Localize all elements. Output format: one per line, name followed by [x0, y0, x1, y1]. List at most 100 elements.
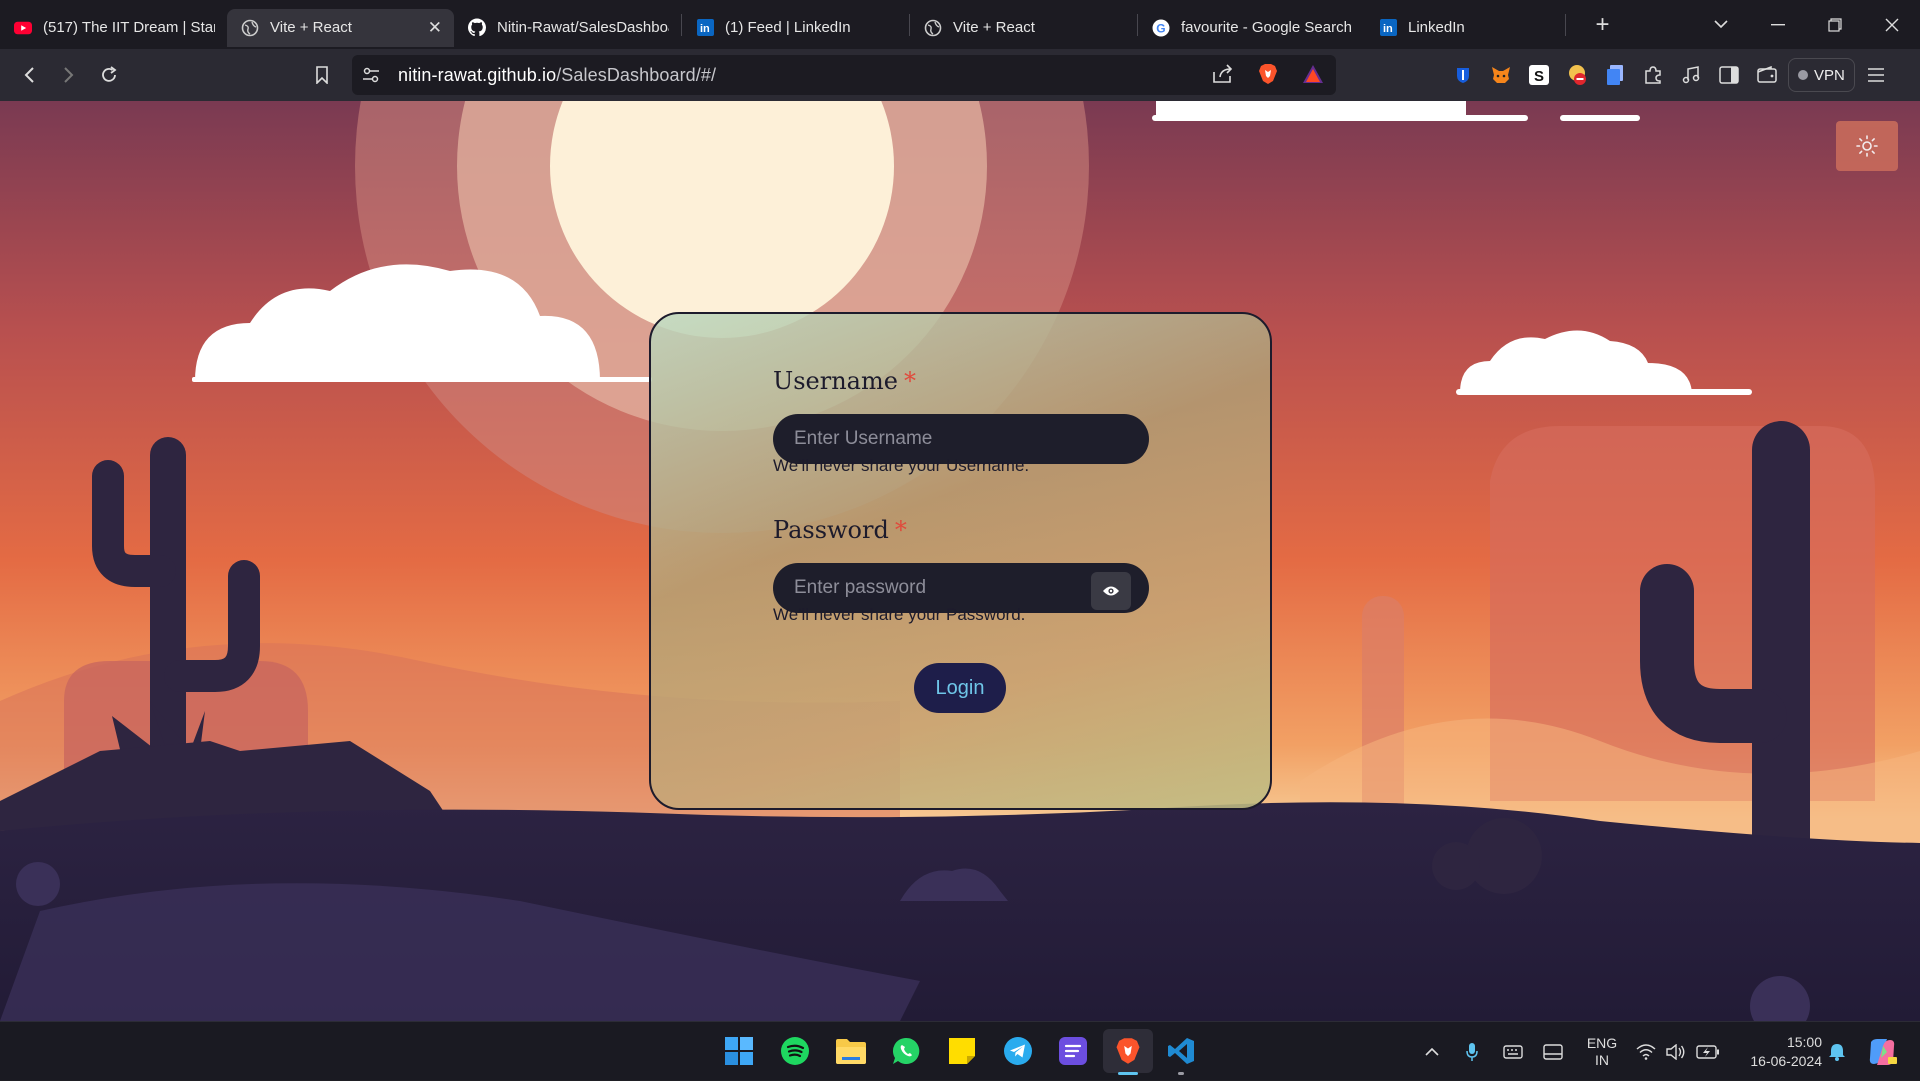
svg-text:G: G — [1156, 21, 1165, 35]
eye-icon — [1103, 586, 1119, 596]
globe-icon — [924, 19, 942, 37]
window-controls — [1692, 0, 1920, 49]
tab-linkedin[interactable]: in LinkedIn — [1365, 9, 1565, 47]
tab-vite-react-active[interactable]: Vite + React ✕ — [227, 8, 454, 47]
file-explorer-icon[interactable] — [829, 1029, 873, 1073]
menu-hamburger-icon[interactable] — [1859, 58, 1893, 92]
password-help-text: We'll never share your Password. — [773, 605, 1026, 624]
tab-title: (1) Feed | LinkedIn — [725, 19, 851, 36]
windows-taskbar: ENG IN 15:00 16-06-2024 — [0, 1021, 1920, 1080]
password-label-text: Password — [773, 516, 889, 544]
media-music-icon[interactable] — [1674, 58, 1708, 92]
svg-text:S: S — [1534, 68, 1544, 85]
close-tab-icon[interactable]: ✕ — [428, 18, 442, 38]
active-app-indicator — [1118, 1072, 1138, 1075]
username-help-text: We'll never share your Username. — [773, 456, 1030, 475]
web-page: Username* We'll never share your Usernam… — [0, 101, 1920, 1021]
svg-text:in: in — [700, 23, 710, 35]
brave-shields-icon[interactable] — [1258, 63, 1278, 90]
sun-icon — [1856, 135, 1878, 157]
tab-strip: (517) The IIT Dream | Stan Vite + React … — [0, 0, 1920, 49]
s-extension-icon[interactable]: S — [1522, 58, 1556, 92]
keyboard-icon[interactable] — [1500, 1022, 1526, 1081]
new-tab-button[interactable]: + — [1574, 0, 1631, 49]
globe-icon — [241, 19, 259, 37]
sidebar-toggle-icon[interactable] — [1712, 58, 1746, 92]
notes-app-icon[interactable] — [1051, 1029, 1095, 1073]
address-bar[interactable]: nitin-rawat.github.io/SalesDashboard/#/ — [352, 55, 1336, 95]
bitwarden-icon[interactable] — [1446, 58, 1480, 92]
metamask-icon[interactable] — [1484, 58, 1518, 92]
browser-toolbar: nitin-rawat.github.io/SalesDashboard/#/ … — [0, 49, 1920, 101]
tab-separator — [1565, 13, 1566, 36]
username-label: Username * — [773, 367, 916, 395]
url-text: nitin-rawat.github.io/SalesDashboard/#/ — [398, 65, 716, 86]
brave-rewards-icon[interactable] — [1302, 64, 1324, 89]
docs-extension-icon[interactable] — [1598, 58, 1632, 92]
show-hidden-icons-chevron-icon[interactable] — [1420, 1022, 1444, 1081]
region-code: IN — [1595, 1051, 1609, 1068]
linkedin-icon: in — [1379, 19, 1397, 37]
extension-bar: S VPN — [1446, 58, 1893, 92]
theme-toggle-button[interactable] — [1836, 121, 1898, 171]
tab-title: Vite + React — [953, 19, 1035, 36]
tab-search-chevron-icon[interactable] — [1692, 0, 1749, 49]
site-settings-icon[interactable] — [362, 67, 380, 83]
tab-google-search[interactable]: G favourite - Google Search — [1138, 9, 1365, 47]
wifi-icon[interactable] — [1634, 1022, 1658, 1081]
tab-title: Vite + React — [270, 19, 352, 36]
open-app-indicator — [1178, 1072, 1184, 1075]
google-icon: G — [1152, 19, 1170, 37]
volume-icon[interactable] — [1664, 1022, 1688, 1081]
copilot-icon[interactable] — [1862, 1022, 1902, 1081]
reload-icon[interactable] — [89, 55, 129, 95]
tab-title: LinkedIn — [1408, 19, 1465, 36]
linkedin-icon: in — [696, 19, 714, 37]
clock-date: 16-06-2024 — [1750, 1052, 1822, 1069]
spotify-icon[interactable] — [773, 1029, 817, 1073]
tab-youtube[interactable]: (517) The IIT Dream | Stan — [0, 9, 227, 47]
sticky-notes-icon[interactable] — [940, 1029, 984, 1073]
bookmark-icon[interactable] — [302, 55, 342, 95]
github-icon — [468, 18, 486, 37]
tab-linkedin-feed[interactable]: in (1) Feed | LinkedIn — [682, 9, 909, 47]
telegram-icon[interactable] — [996, 1029, 1040, 1073]
youtube-icon — [14, 19, 32, 37]
vscode-icon[interactable] — [1159, 1029, 1203, 1075]
wallet-icon[interactable] — [1750, 58, 1784, 92]
start-icon[interactable] — [717, 1029, 761, 1073]
vpn-label: VPN — [1814, 66, 1845, 84]
language-indicator[interactable]: ENG IN — [1580, 1022, 1624, 1081]
whatsapp-icon[interactable] — [884, 1029, 928, 1073]
clock-time: 15:00 — [1786, 1033, 1822, 1050]
forward-icon[interactable] — [49, 55, 89, 95]
tab-vite-react[interactable]: Vite + React — [910, 9, 1137, 47]
back-icon[interactable] — [9, 55, 49, 95]
required-asterisk: * — [903, 367, 916, 395]
notification-bell-icon[interactable] — [1822, 1022, 1852, 1081]
close-window-icon[interactable] — [1863, 0, 1920, 49]
login-button[interactable]: Login — [914, 663, 1006, 713]
tab-title: favourite - Google Search — [1181, 19, 1352, 36]
language-code: ENG — [1586, 1034, 1618, 1051]
clock[interactable]: 15:00 16-06-2024 — [1732, 1022, 1822, 1081]
restore-icon[interactable] — [1806, 0, 1863, 49]
minimize-icon[interactable] — [1749, 0, 1806, 49]
blocker-extension-icon[interactable] — [1560, 58, 1594, 92]
extensions-puzzle-icon[interactable] — [1636, 58, 1670, 92]
vpn-button[interactable]: VPN — [1788, 58, 1855, 92]
tab-title: (517) The IIT Dream | Stan — [43, 19, 215, 36]
url-host: nitin-rawat.github.io — [398, 64, 557, 85]
url-path: /SalesDashboard/#/ — [556, 64, 717, 85]
tab-github[interactable]: Nitin-Rawat/SalesDashboa — [454, 9, 681, 47]
show-password-button[interactable] — [1091, 572, 1131, 610]
microphone-icon[interactable] — [1460, 1022, 1484, 1081]
vpn-status-dot-icon — [1798, 70, 1808, 80]
password-label: Password * — [773, 516, 907, 544]
brave-icon[interactable] — [1103, 1029, 1153, 1075]
display-icon[interactable] — [1540, 1022, 1566, 1081]
username-label-text: Username — [773, 367, 898, 395]
share-icon[interactable] — [1212, 64, 1234, 89]
battery-charging-icon[interactable] — [1694, 1022, 1722, 1081]
required-asterisk: * — [894, 516, 907, 544]
